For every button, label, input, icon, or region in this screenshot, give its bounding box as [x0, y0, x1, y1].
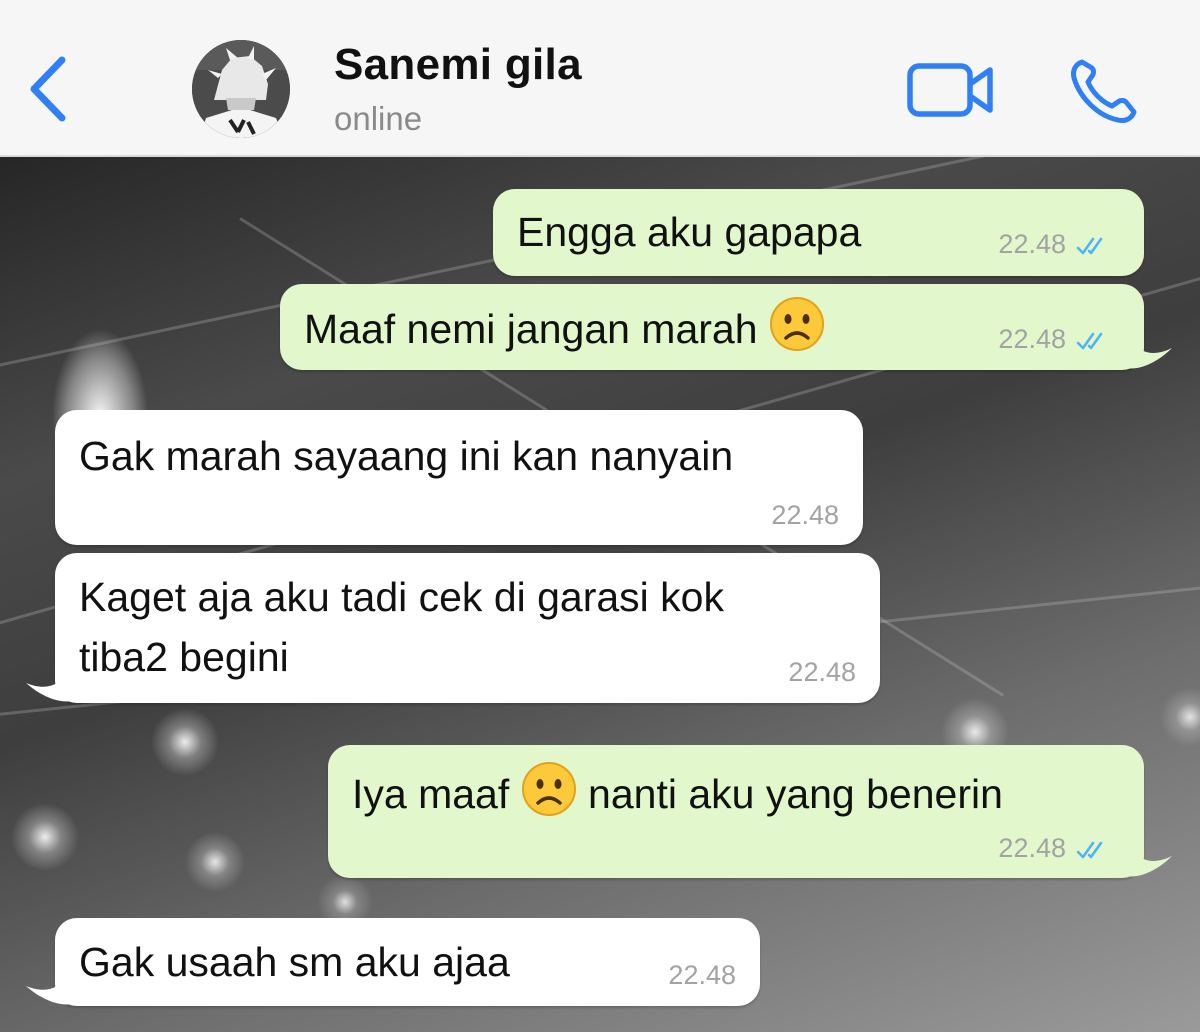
double-check-icon [1076, 332, 1103, 349]
double-check-icon [1076, 841, 1103, 858]
message-text: Iya maaf nanti aku yang benerin [352, 761, 1003, 824]
frowning-face-emoji [521, 762, 576, 816]
message-text: Engga aku gapapa [517, 209, 862, 255]
contact-name[interactable]: Sanemi gila [334, 40, 582, 90]
voice-call-button[interactable] [1068, 56, 1140, 124]
message-text: Maaf nemi jangan marah [304, 296, 825, 359]
avatar[interactable] [192, 40, 290, 138]
chat-header: Sanemi gila online [0, 0, 1200, 157]
frowning-face-emoji [769, 297, 824, 351]
message-meta: 22.48 [788, 657, 856, 688]
message-time: 22.48 [788, 657, 856, 687]
message-bubble-outgoing[interactable]: Maaf nemi jangan marah 22.48 [280, 284, 1144, 370]
contact-status: online [334, 100, 423, 137]
message-bubble-outgoing[interactable]: Engga aku gapapa 22.48 [493, 189, 1144, 276]
video-call-button[interactable] [906, 60, 996, 120]
double-check-icon [1076, 237, 1103, 254]
message-bubble-incoming[interactable]: Kaget aja aku tadi cek di garasi kok tib… [55, 553, 880, 703]
message-meta: 22.48 [998, 833, 1114, 864]
message-bubble-incoming[interactable]: Gak marah sayaang ini kan nanyain 22.48 [55, 410, 863, 545]
message-text-part: Iya maaf [352, 771, 521, 817]
message-meta: 22.48 [668, 960, 736, 991]
message-time: 22.48 [998, 324, 1066, 354]
bubble-tail [26, 958, 72, 1005]
message-time: 22.48 [771, 500, 839, 530]
message-bubble-incoming[interactable]: Gak usaah sm aku ajaa 22.48 [55, 918, 760, 1006]
message-time: 22.48 [998, 833, 1066, 863]
message-text-part: nanti aku yang benerin [588, 771, 1003, 817]
bubble-tail [26, 655, 72, 702]
avatar-image [192, 40, 290, 138]
bubble-tail [1126, 322, 1172, 369]
bubble-tail [1126, 830, 1172, 877]
message-meta: 22.48 [998, 324, 1114, 355]
message-text: Gak usaah sm aku ajaa [79, 939, 510, 985]
message-bubble-outgoing[interactable]: Iya maaf nanti aku yang benerin 22.48 [328, 745, 1144, 878]
message-text: Gak marah sayaang ini kan nanyain [79, 433, 734, 479]
back-button[interactable] [24, 52, 74, 126]
message-time: 22.48 [668, 960, 736, 990]
message-meta: 22.48 [998, 229, 1114, 260]
message-text-line: tiba2 begini [79, 634, 289, 680]
chevron-left-icon [30, 56, 66, 122]
message-text-part: Maaf nemi jangan marah [304, 306, 769, 352]
phone-icon [1071, 59, 1137, 123]
message-meta: 22.48 [771, 500, 839, 531]
message-text-line: Kaget aja aku tadi cek di garasi kok [79, 574, 724, 620]
message-time: 22.48 [998, 229, 1066, 259]
video-camera-icon [907, 63, 993, 117]
